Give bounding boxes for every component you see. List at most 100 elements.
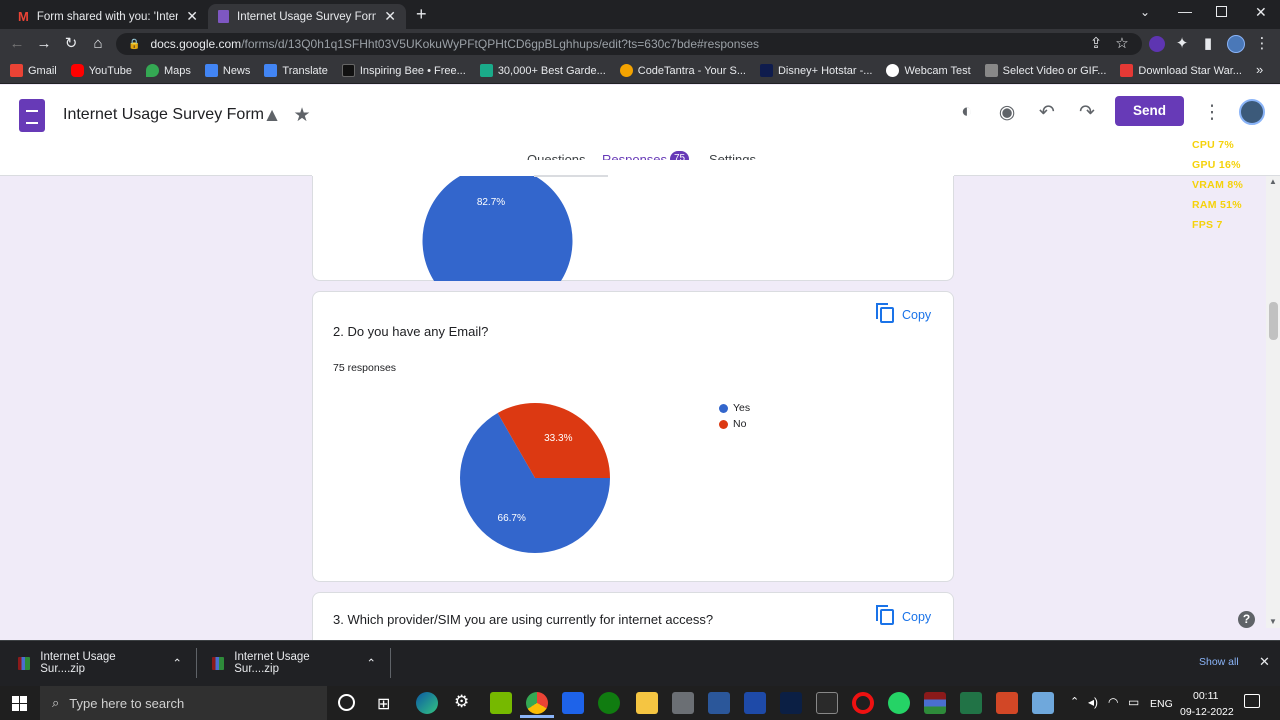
- bookmark-hotstar[interactable]: Disney+ Hotstar -...: [759, 64, 872, 77]
- new-tab-icon[interactable]: +: [416, 4, 427, 25]
- help-icon[interactable]: ?: [1238, 611, 1255, 628]
- extensions-icon[interactable]: ✦: [1171, 33, 1193, 55]
- opera-icon[interactable]: [852, 692, 874, 714]
- close-download-bar-icon[interactable]: ✕: [1259, 654, 1270, 670]
- epic-games-icon[interactable]: [816, 692, 838, 714]
- copy-chart-button[interactable]: Copy: [876, 303, 931, 323]
- bookmark-label: Gmail: [28, 64, 57, 77]
- minimize-icon[interactable]: —: [1178, 3, 1192, 19]
- show-all-downloads-link[interactable]: Show all: [1199, 656, 1239, 668]
- google-forms-logo-icon[interactable]: [19, 99, 45, 132]
- download-divider: [390, 648, 391, 678]
- nvidia-icon[interactable]: [490, 692, 512, 714]
- share-icon[interactable]: ⇪: [1085, 33, 1107, 55]
- download-item[interactable]: Internet Usage Sur....zip ⌃: [4, 640, 196, 686]
- word-icon[interactable]: [708, 692, 730, 714]
- chevron-up-icon[interactable]: ⌃: [366, 656, 376, 670]
- copy-chart-button[interactable]: Copy: [876, 605, 931, 625]
- bookmark-garden[interactable]: 30,000+ Best Garde...: [479, 64, 606, 77]
- vs-code-icon[interactable]: [562, 692, 584, 714]
- back-icon[interactable]: ←: [6, 33, 28, 55]
- bookmark-webcam-test[interactable]: Webcam Test: [886, 64, 971, 77]
- scrollbar[interactable]: [1266, 176, 1280, 628]
- tray-overflow-icon[interactable]: ⌃: [1070, 695, 1079, 708]
- cortana-icon[interactable]: [338, 694, 355, 711]
- cube-app-icon[interactable]: [672, 692, 694, 714]
- bookmark-news[interactable]: News: [204, 64, 250, 77]
- scroll-up-icon[interactable]: ▲: [1269, 177, 1277, 186]
- preview-eye-icon[interactable]: ◉: [994, 101, 1020, 124]
- profile-avatar[interactable]: [1227, 35, 1245, 53]
- undo-icon[interactable]: ↶: [1034, 101, 1060, 124]
- bookmark-label: Webcam Test: [904, 64, 971, 77]
- scroll-down-icon[interactable]: ▼: [1269, 617, 1277, 626]
- chevron-up-icon[interactable]: ⌃: [172, 656, 182, 670]
- whatsapp-icon[interactable]: [888, 692, 910, 714]
- address-bar[interactable]: 🔒 docs.google.com/forms/d/13Q0h1q1SFHht0…: [116, 33, 1142, 55]
- dev-app-icon[interactable]: [744, 692, 766, 714]
- xbox-icon[interactable]: [598, 692, 620, 714]
- bookmark-label: Select Video or GIF...: [1002, 64, 1107, 77]
- more-options-icon[interactable]: ⋮: [1199, 101, 1225, 124]
- question-title: 3. Which provider/SIM you are using curr…: [333, 612, 714, 627]
- bookmarks-overflow-icon[interactable]: »: [1256, 62, 1263, 77]
- gmail-icon: M: [18, 9, 29, 24]
- url-path: /forms/d/13Q0h1q1SFHht03V5UKokuWyPFtQPHt…: [241, 37, 760, 51]
- battery-icon[interactable]: ▭: [1128, 695, 1139, 709]
- bookmark-youtube[interactable]: YouTube: [70, 64, 132, 77]
- volume-icon[interactable]: ◂): [1088, 695, 1098, 709]
- reload-icon[interactable]: ↻: [60, 33, 82, 55]
- windows-start-icon[interactable]: [12, 696, 27, 711]
- pdf-reader-icon[interactable]: [996, 692, 1018, 714]
- edge-icon[interactable]: [416, 692, 438, 714]
- file-explorer-icon[interactable]: [636, 692, 658, 714]
- webcam-icon: [886, 64, 900, 77]
- bookmark-star-icon[interactable]: ☆: [1111, 33, 1133, 55]
- browser-tab-gmail[interactable]: M Form shared with you: 'Internet U ✕: [8, 4, 208, 29]
- download-filename: Internet Usage Sur....zip: [40, 651, 116, 675]
- bookmark-star-wars[interactable]: Download Star War...: [1120, 64, 1242, 77]
- form-title[interactable]: Internet Usage Survey Form: [63, 106, 264, 124]
- bookmark-translate[interactable]: Translate: [264, 64, 328, 77]
- settings-gear-icon[interactable]: ⚙: [454, 692, 469, 712]
- bookmark-select-video[interactable]: Select Video or GIF...: [984, 64, 1107, 77]
- send-button[interactable]: Send: [1115, 96, 1184, 126]
- side-panel-icon[interactable]: ▮: [1197, 33, 1219, 55]
- bookmark-maps[interactable]: Maps: [145, 64, 191, 77]
- forward-icon[interactable]: →: [33, 33, 55, 55]
- close-window-icon[interactable]: ✕: [1255, 4, 1267, 21]
- bookmark-gmail[interactable]: Gmail: [10, 64, 57, 77]
- task-view-icon[interactable]: ⊞: [377, 694, 390, 714]
- winrar-icon[interactable]: [924, 692, 946, 714]
- redo-icon[interactable]: ↷: [1074, 101, 1100, 124]
- maximize-icon[interactable]: [1216, 6, 1227, 17]
- chrome-icon[interactable]: [526, 692, 548, 714]
- notepad-icon[interactable]: [1032, 692, 1054, 714]
- move-to-folder-icon[interactable]: ▲: [259, 105, 285, 127]
- excel-icon[interactable]: [960, 692, 982, 714]
- close-tab-icon[interactable]: ✕: [384, 8, 396, 25]
- extension-badge-icon[interactable]: [1149, 36, 1165, 52]
- browser-tab-forms[interactable]: Internet Usage Survey Form - Go ✕: [208, 4, 406, 29]
- wifi-icon[interactable]: ◠: [1108, 695, 1118, 709]
- palette-icon[interactable]: ◐: [954, 101, 980, 123]
- bookmark-codetantra[interactable]: CodeTantra - Your S...: [619, 64, 746, 77]
- language-indicator[interactable]: ENG: [1150, 698, 1173, 710]
- home-icon[interactable]: ⌂: [87, 33, 109, 55]
- notifications-icon[interactable]: [1244, 694, 1260, 708]
- download-item[interactable]: Internet Usage Sur....zip ⌃: [198, 640, 390, 686]
- clock-date[interactable]: 09-12-2022: [1180, 706, 1234, 718]
- chrome-menu-icon[interactable]: ⋮: [1251, 33, 1273, 55]
- download-x-icon: [1120, 64, 1134, 77]
- star-icon[interactable]: ★: [289, 104, 315, 127]
- tab-search-icon[interactable]: ⌄: [1140, 5, 1150, 19]
- scrollbar-thumb[interactable]: [1269, 302, 1278, 340]
- close-tab-icon[interactable]: ✕: [186, 8, 198, 25]
- clock-time[interactable]: 00:11: [1193, 690, 1219, 702]
- taskbar-search-box[interactable]: ⌕ Type here to search: [40, 686, 327, 720]
- pie-data-label: 66.7%: [498, 513, 526, 524]
- account-avatar[interactable]: [1239, 99, 1265, 125]
- media-app-icon[interactable]: [780, 692, 802, 714]
- bookmark-inspiring-bee[interactable]: Inspiring Bee • Free...: [341, 64, 466, 77]
- news-icon: [204, 64, 218, 77]
